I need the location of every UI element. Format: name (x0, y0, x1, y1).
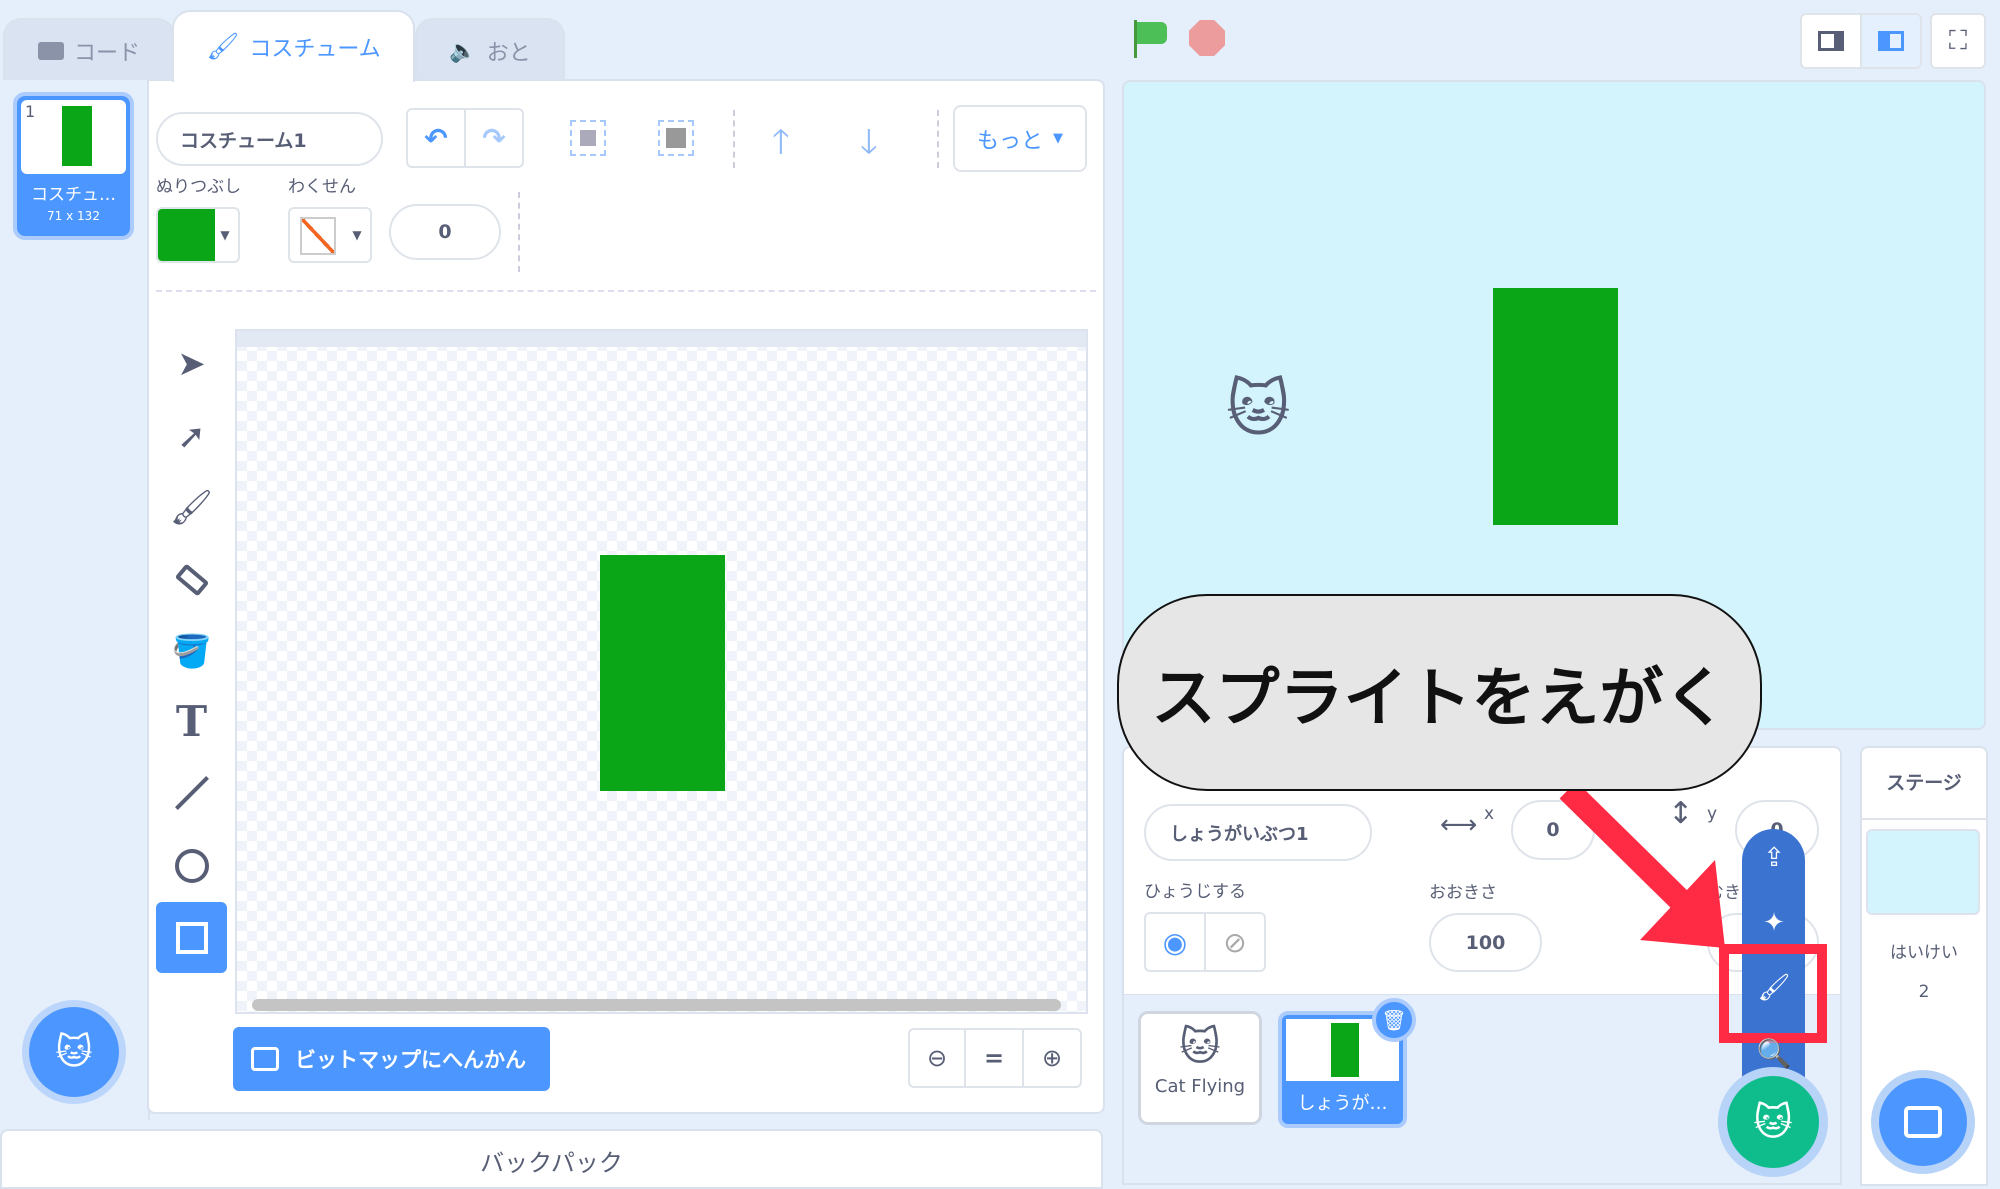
text-icon: T (175, 697, 208, 746)
add-sprite-button[interactable]: 🐱 (1727, 1076, 1819, 1168)
caret-down-icon: ▼ (1053, 131, 1063, 146)
fullscreen-button[interactable]: ⛶ (1930, 13, 1986, 69)
stop-icon[interactable] (1189, 20, 1225, 56)
horizontal-scrollbar[interactable] (252, 999, 1061, 1011)
choose-sprite-button[interactable]: 🔍 (1752, 1033, 1796, 1073)
costume-thumbnail (62, 106, 92, 166)
cat-plus-icon: 🐱 (1753, 1100, 1793, 1144)
no-color-icon (300, 217, 336, 255)
sprite-name-input[interactable]: しょうがいぶつ1 (1144, 804, 1372, 861)
group-icon[interactable] (570, 120, 606, 156)
green-flag-icon[interactable] (1132, 20, 1168, 58)
redo-icon: ↷ (482, 121, 506, 155)
outline-width-input[interactable]: 0 (389, 204, 501, 260)
trash-icon: 🗑 (1381, 1008, 1407, 1032)
backward-icon[interactable]: 🡓 (860, 118, 878, 175)
brush-icon: 🖌 (206, 32, 240, 62)
horizontal-arrows-icon: ⟷ (1440, 810, 1478, 840)
delete-sprite-button[interactable]: 🗑 (1372, 998, 1416, 1042)
circle-icon (174, 848, 209, 883)
arrow-cursor-icon: ➤ (177, 343, 206, 384)
obstacle-sprite[interactable] (1493, 288, 1618, 525)
code-icon (37, 42, 64, 60)
backpack[interactable]: バックパック (0, 1129, 1103, 1189)
obstacle-thumbnail (1331, 1023, 1359, 1077)
speaker-icon: 🔈 (449, 38, 477, 64)
green-rectangle[interactable] (600, 555, 725, 791)
redo-button[interactable]: ↷ (464, 108, 524, 168)
brush-tool[interactable]: 🖌 (156, 472, 227, 543)
large-stage-button[interactable] (1860, 13, 1922, 69)
zoom-in-icon: ⊕ (1041, 1044, 1063, 1072)
image-plus-icon (1904, 1106, 1942, 1138)
zoom-out-icon: ⊖ (926, 1044, 948, 1072)
circle-tool[interactable] (156, 830, 227, 901)
reshape-icon: ➚ (177, 416, 206, 457)
eraser-icon (174, 562, 209, 597)
small-stage-icon (1818, 31, 1844, 51)
reshape-tool[interactable]: ➚ (156, 401, 227, 472)
size-input[interactable]: 100 (1429, 913, 1542, 972)
upload-icon: ⇪ (1763, 843, 1785, 873)
paint-sprite-button[interactable]: 🖌 (1752, 968, 1796, 1008)
fill-color-picker[interactable]: ▼ (156, 207, 240, 263)
sprite-tile-cat-flying[interactable]: 🐱 Cat Flying (1138, 1011, 1262, 1125)
convert-to-bitmap-button[interactable]: ビットマップにへんかん (233, 1027, 550, 1091)
zoom-reset-button[interactable]: = (964, 1028, 1024, 1088)
text-tool[interactable]: T (156, 686, 227, 757)
paintbrush-icon: 🖌 (1757, 973, 1791, 1003)
add-backdrop-button[interactable] (1879, 1078, 1967, 1166)
brush-icon: 🖌 (169, 487, 214, 528)
undo-icon: ↶ (424, 121, 448, 155)
line-tool[interactable] (156, 757, 227, 828)
cat-plus-icon: 🐱 (55, 1031, 93, 1073)
paint-canvas[interactable] (235, 329, 1088, 1014)
cat-thumbnail: 🐱 (1179, 1024, 1221, 1070)
line-icon (174, 775, 209, 810)
zoom-in-button[interactable]: ⊕ (1022, 1028, 1082, 1088)
forward-icon[interactable]: 🡑 (772, 118, 790, 175)
outline-color-picker[interactable]: ▼ (288, 207, 372, 263)
image-icon (251, 1047, 279, 1071)
eye-icon: ◉ (1162, 925, 1188, 959)
tab-costumes[interactable]: 🖌 コスチューム (172, 10, 415, 82)
search-icon: 🔍 (1756, 1036, 1792, 1070)
small-stage-button[interactable] (1800, 13, 1862, 69)
red-arrow (1559, 781, 1725, 948)
fill-tool[interactable]: 🪣 (156, 615, 227, 686)
sparkles-icon: ✦ (1763, 908, 1785, 938)
paint-bucket-icon: 🪣 (171, 631, 212, 670)
eraser-tool[interactable] (156, 544, 227, 615)
hide-button[interactable]: ⊘ (1204, 912, 1266, 972)
ungroup-icon[interactable] (658, 120, 694, 156)
large-stage-icon (1878, 31, 1904, 51)
tab-sounds[interactable]: 🔈 おと (415, 18, 565, 82)
callout-bubble: スプライトをえがく (1117, 594, 1762, 791)
undo-button[interactable]: ↶ (406, 108, 466, 168)
show-button[interactable]: ◉ (1144, 912, 1206, 972)
stage-thumbnail[interactable] (1866, 829, 1980, 915)
tab-code[interactable]: コード (3, 18, 175, 82)
more-button[interactable]: もっと ▼ (953, 105, 1087, 172)
fill-swatch (158, 209, 215, 261)
fill-label: ぬりつぶし (156, 177, 242, 197)
outline-label: わくせん (288, 177, 356, 197)
add-costume-button[interactable]: 🐱 (29, 1007, 119, 1097)
fullscreen-icon: ⛶ (1948, 25, 1968, 56)
costume-item[interactable]: 1 コスチュ… 71 x 132 (13, 92, 134, 240)
zoom-out-button[interactable]: ⊖ (908, 1028, 966, 1088)
eye-slash-icon: ⊘ (1223, 925, 1247, 959)
rectangle-icon (175, 921, 208, 954)
cat-sprite[interactable]: 🐱 (1226, 372, 1291, 445)
rectangle-tool[interactable] (156, 902, 227, 973)
costume-name-input[interactable]: コスチューム1 (156, 112, 383, 166)
select-tool[interactable]: ➤ (156, 328, 227, 399)
